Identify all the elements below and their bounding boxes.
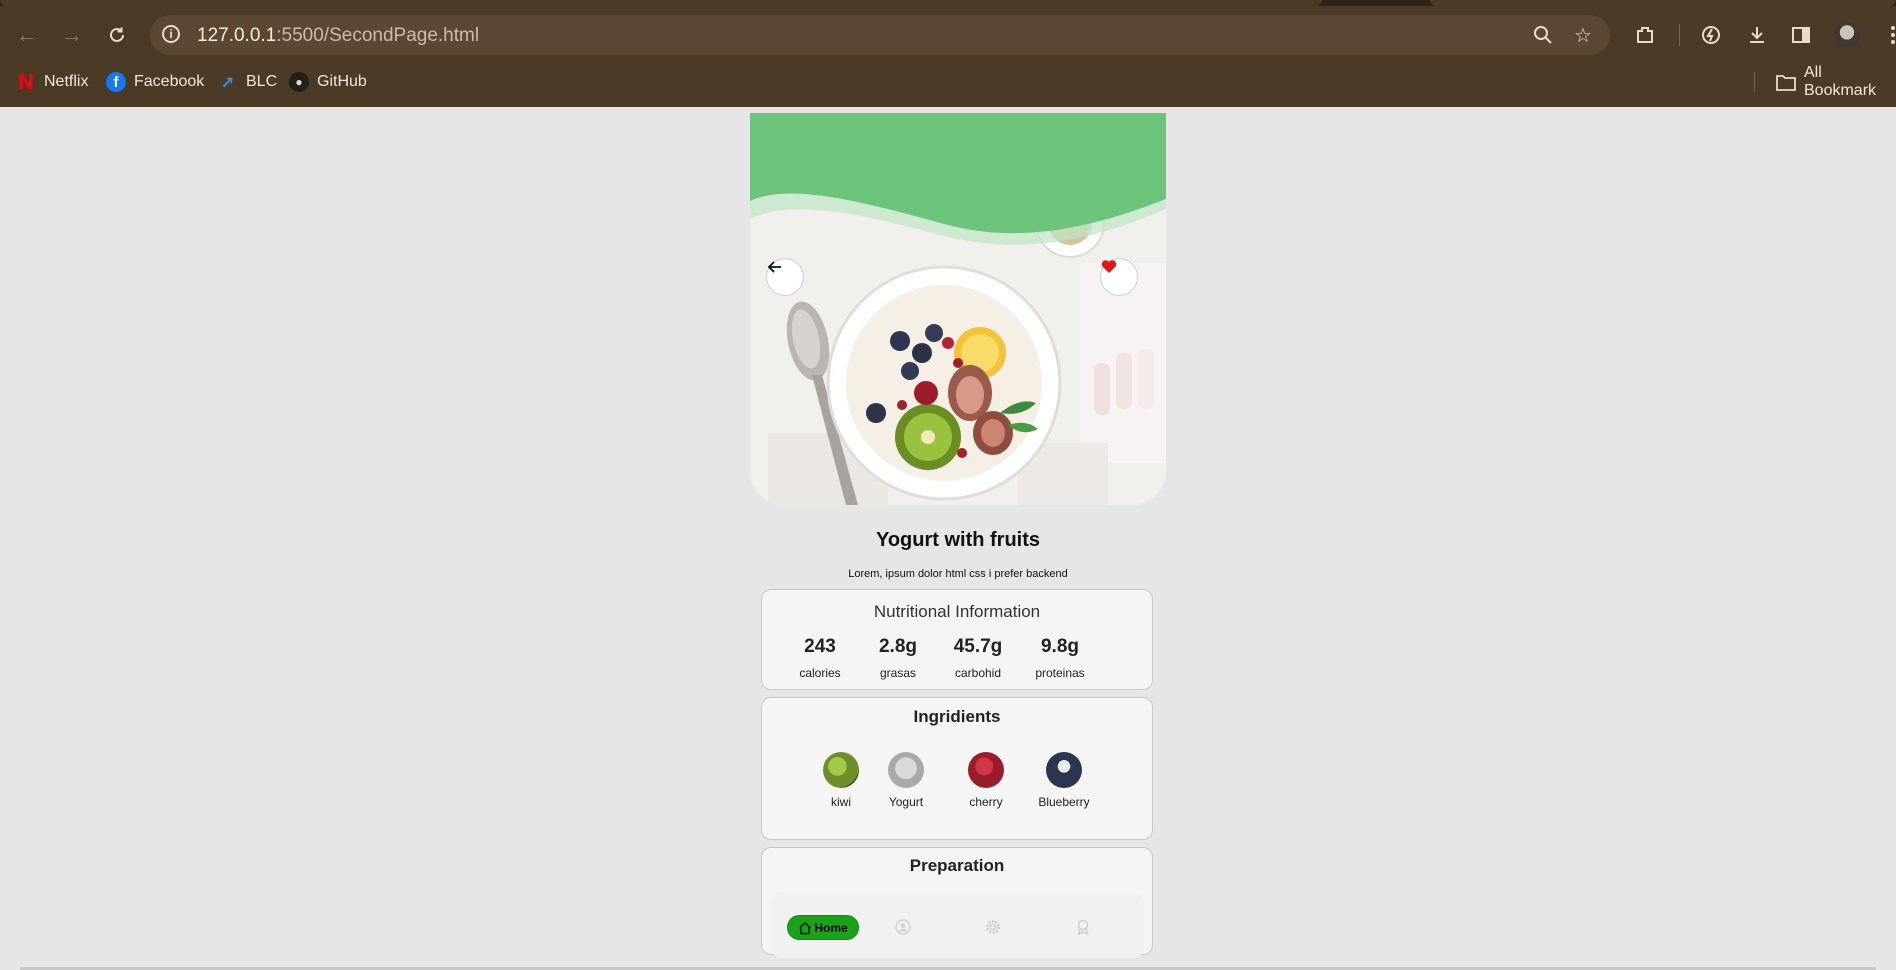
bookmark-label: Facebook [134,73,205,90]
bookmark-label: GitHub [317,73,367,90]
bookmark-label: BLC [246,73,278,90]
bookmark-netflix[interactable]: N Netflix [16,68,89,96]
facebook-icon: f [106,72,126,92]
stat-value: 45.7g [953,636,1003,657]
nutrition-heading: Nutritional Information [873,602,1041,621]
stat-value: 2.8g [878,636,918,657]
ingredient-blueberry[interactable]: Blueberry [1024,752,1104,809]
reload-button[interactable] [102,20,132,50]
stat-label: grasas [879,666,917,680]
browser-chrome: ← → i 127.0.0.1:5500/SecondPage.html ☆ N… [0,0,1896,107]
performance-icon[interactable] [1698,22,1724,48]
ingredient-label: Yogurt [888,795,924,809]
arrow-left-icon [767,261,781,273]
address-bar[interactable]: i 127.0.0.1:5500/SecondPage.html ☆ [150,15,1610,55]
ingredient-label: cherry [969,795,1003,809]
profile-avatar[interactable] [1834,22,1860,48]
netflix-icon: N [17,70,35,94]
side-panel-icon[interactable] [1788,22,1814,48]
active-tab-edge [0,0,1322,6]
bookmarks-separator [1754,72,1755,92]
page-viewport: Yogurt with fruits Lorem, ipsum dolor ht… [0,107,1896,970]
stat-calories: 243 calories [780,636,860,680]
stat-proteinas: 9.8g proteinas [1020,636,1100,680]
bookmarks-bar: N Netflix f Facebook ➚ BLC ● GitHub All … [0,64,1896,99]
preparation-heading: Preparation [909,856,1005,875]
ingredients-panel: Ingridients kiwi Yogurt cherry Blueberry [761,697,1153,840]
stat-carbohid: 45.7g carbohid [938,636,1018,680]
blueberry-thumbnail [1046,752,1082,788]
ingredient-yogurt[interactable]: Yogurt [866,752,946,809]
award-icon [1077,919,1089,935]
address-url[interactable]: 127.0.0.1:5500/SecondPage.html [197,25,479,47]
ingredient-label: Blueberry [1038,795,1090,809]
ingredients-heading: Ingridients [913,707,1001,726]
recipe-detail: Yogurt with fruits Lorem, ipsum dolor ht… [750,113,1166,970]
home-icon [799,921,812,934]
yogurt-bowl-photo [750,113,1166,505]
favorite-button[interactable] [1100,258,1138,296]
stat-label: carbohid [954,666,1002,680]
yogurt-thumbnail [888,752,924,788]
site-info-icon[interactable]: i [162,25,180,43]
bookmark-github[interactable]: ● GitHub [289,68,367,96]
stat-label: proteinas [1035,666,1085,680]
user-icon [895,919,911,935]
stat-value: 9.8g [1040,636,1080,657]
forward-button[interactable]: → [57,20,87,50]
zoom-icon[interactable] [1532,24,1554,46]
all-bookmarks[interactable]: All Bookmark [1776,64,1896,99]
stat-label: calories [799,666,841,680]
back-arrow-button[interactable] [766,258,804,296]
back-button[interactable]: ← [12,20,42,50]
nutrition-panel: Nutritional Information 243 calories 2.8… [761,589,1153,690]
tab-settings[interactable] [984,918,1002,936]
ingredient-cherry[interactable]: cherry [946,752,1026,809]
kiwi-thumbnail [823,752,859,788]
tab-strip [0,0,1896,6]
preparation-panel: Preparation Home [761,847,1153,958]
heart-icon [1101,260,1117,273]
folder-icon [1776,72,1796,92]
hero-image [750,113,1166,505]
url-path: :5500/SecondPage.html [276,25,480,46]
bookmark-label: Netflix [44,73,89,90]
recipe-subtitle: Lorem, ipsum dolor html css i prefer bac… [848,568,1068,580]
blc-icon: ➚ [221,74,235,91]
download-icon[interactable] [1744,22,1770,48]
recipe-title: Yogurt with fruits [875,529,1041,551]
github-icon: ● [289,72,309,92]
extensions-icon[interactable] [1632,22,1658,48]
tab-home-label: Home [814,920,848,935]
url-host: 127.0.0.1 [197,25,277,46]
bookmark-facebook[interactable]: f Facebook [106,68,204,96]
bottom-tab-bar: Home [772,892,1144,958]
tab-profile[interactable] [894,918,912,936]
stat-value: 243 [804,636,836,657]
tab-home[interactable]: Home [787,915,859,940]
all-bookmarks-label: All Bookmark [1804,64,1877,99]
tab-awards[interactable] [1074,918,1092,936]
stat-grasas: 2.8g grasas [858,636,938,680]
cherry-thumbnail [968,752,1004,788]
gear-icon [986,920,1000,934]
bookmark-star-icon[interactable]: ☆ [1572,24,1594,47]
toolbar-separator [1679,24,1680,46]
menu-icon[interactable] [1880,22,1896,48]
reload-icon [110,27,124,42]
bookmark-blc[interactable]: ➚ BLC [218,68,277,96]
tab-edge [1430,0,1896,6]
